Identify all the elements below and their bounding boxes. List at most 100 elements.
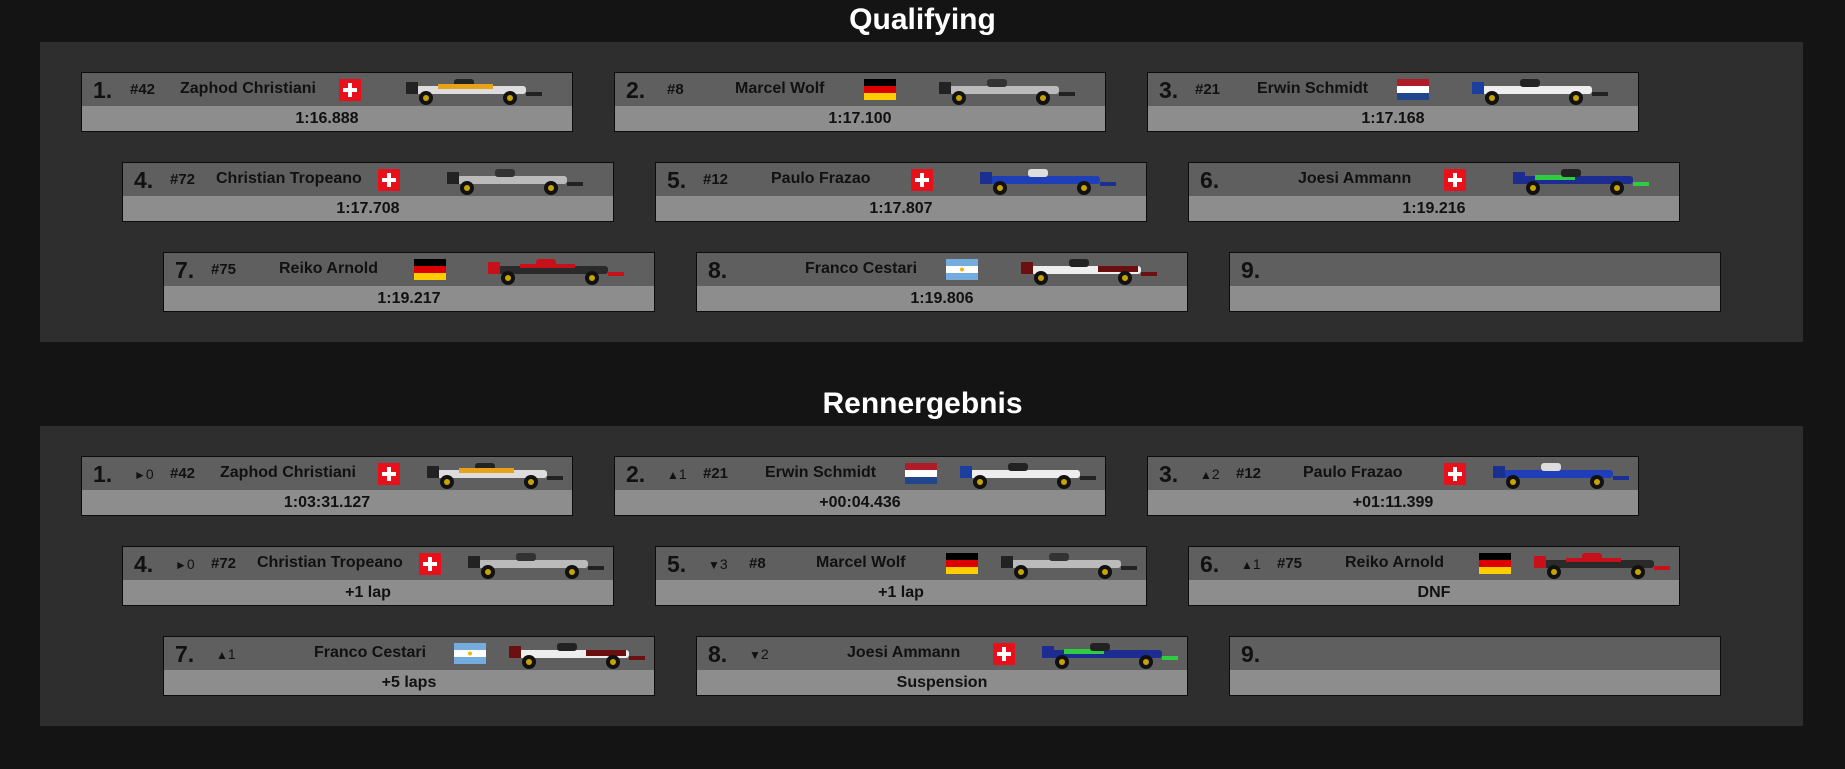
up-arrow-icon: ▲ [667, 468, 679, 482]
card-header: 8. ▼2 Joesi Ammann [697, 637, 1187, 670]
qualifying-result-card: 9. [1229, 252, 1721, 312]
argentina-flag-icon [946, 259, 978, 280]
driver-name: Paulo Frazao [771, 170, 871, 187]
position-change: ►0 [175, 556, 195, 572]
driver-name: Franco Cestari [314, 644, 427, 661]
car-number: #8 [749, 555, 766, 572]
car-number: #42 [130, 81, 156, 98]
card-header: 9. [1230, 253, 1720, 286]
car-number: #72 [211, 555, 237, 572]
lap-time: 1:19.806 [910, 290, 974, 307]
down-arrow-icon: ▼ [708, 558, 720, 572]
card-header: 3. ▲2 #12 Paulo Frazao [1148, 457, 1638, 490]
race-result-card: 7. ▲1 Franco Cestari +5 laps [163, 636, 655, 696]
position-change: ▲1 [216, 646, 236, 662]
grey-livery-car-icon [468, 553, 604, 579]
position: 2. [626, 77, 646, 103]
position-change: ▼3 [708, 556, 728, 572]
car-number: #12 [1236, 465, 1262, 482]
grey-livery-car-icon [939, 79, 1075, 105]
driver-name: Zaphod Christiani [220, 464, 356, 481]
qualifying-result-card: 8. Franco Cestari 1:19.806 [696, 252, 1188, 312]
up-arrow-icon: ▲ [216, 648, 228, 662]
position: 9. [1241, 257, 1261, 283]
lap-time [1230, 287, 1720, 311]
car-number: #12 [703, 171, 729, 188]
race-time: Suspension [896, 674, 988, 691]
card-header: 5. ▼3 #8 Marcel Wolf [656, 547, 1146, 580]
race-time: +00:04.436 [819, 494, 901, 511]
position: 5. [667, 551, 687, 577]
driver-name: Reiko Arnold [279, 260, 378, 277]
card-header: 7. #75 Reiko Arnold [164, 253, 654, 286]
card-header: 3. #21 Erwin Schmidt [1148, 73, 1638, 106]
driver-name: Zaphod Christiani [180, 80, 316, 97]
card-header: 6. Joesi Ammann [1189, 163, 1679, 196]
argentina-flag-icon [454, 643, 486, 664]
car-number: #8 [667, 81, 684, 98]
card-header: 2. ▲1 #21 Erwin Schmidt [615, 457, 1105, 490]
lap-time: 1:19.216 [1402, 200, 1466, 217]
position: 7. [175, 257, 195, 283]
unchanged-arrow-icon: ► [134, 468, 146, 482]
card-header: 4. #72 Christian Tropeano [123, 163, 613, 196]
white-blue-livery-car-icon [1472, 79, 1608, 105]
position: 8. [708, 641, 728, 667]
red-black-livery-car-icon [488, 259, 624, 285]
switzerland-flag-icon [419, 553, 441, 575]
race-result-card: 2. ▲1 #21 Erwin Schmidt +00:04.436 [614, 456, 1106, 516]
qualifying-result-card: 2. #8 Marcel Wolf 1:17.100 [614, 72, 1106, 132]
car-number: #75 [211, 261, 237, 278]
red-black-livery-car-icon [1534, 553, 1670, 579]
qualifying-panel: 1. #42 Zaphod Christiani 1:16.888 2. #8 … [40, 42, 1803, 342]
position-change: ▲2 [1200, 466, 1220, 482]
switzerland-flag-icon [1444, 169, 1466, 191]
switzerland-flag-icon [339, 79, 361, 101]
race-time: DNF [1417, 584, 1451, 601]
qualifying-result-card: 1. #42 Zaphod Christiani 1:16.888 [81, 72, 573, 132]
race-time: +1 lap [878, 584, 924, 601]
card-header: 5. #12 Paulo Frazao [656, 163, 1146, 196]
blue-green-livery-car-icon [1513, 169, 1649, 195]
qualifying-result-card: 6. Joesi Ammann 1:19.216 [1188, 162, 1680, 222]
qualifying-title: Qualifying [849, 3, 996, 36]
race-time [1230, 671, 1720, 695]
race-result-panel: 1. ►0 #42 Zaphod Christiani 1:03:31.127 … [40, 426, 1803, 726]
white-red-livery-car-icon [1021, 259, 1157, 285]
blue-livery-car-icon [980, 169, 1116, 195]
position: 5. [667, 167, 687, 193]
position: 4. [134, 167, 154, 193]
blue-livery-car-icon [1493, 463, 1629, 489]
car-number: #21 [1195, 81, 1221, 98]
race-result-card: 6. ▲1 #75 Reiko Arnold DNF [1188, 546, 1680, 606]
switzerland-flag-icon [378, 169, 400, 191]
race-result-card: 1. ►0 #42 Zaphod Christiani 1:03:31.127 [81, 456, 573, 516]
driver-name: Reiko Arnold [1345, 554, 1444, 571]
switzerland-flag-icon [911, 169, 933, 191]
position: 8. [708, 257, 728, 283]
lap-time: 1:19.217 [377, 290, 441, 307]
white-blue-livery-car-icon [960, 463, 1096, 489]
position: 3. [1159, 77, 1179, 103]
lap-time: 1:17.168 [1361, 110, 1425, 127]
germany-flag-icon [946, 553, 978, 574]
unchanged-arrow-icon: ► [175, 558, 187, 572]
yellow-livery-car-icon [406, 79, 542, 105]
up-arrow-icon: ▲ [1241, 558, 1253, 572]
car-number: #21 [703, 465, 729, 482]
card-header: 1. ►0 #42 Zaphod Christiani [82, 457, 572, 490]
grey-livery-car-icon [1001, 553, 1137, 579]
driver-name: Joesi Ammann [1298, 170, 1412, 187]
switzerland-flag-icon [993, 643, 1015, 665]
position-change: ▼2 [749, 646, 769, 662]
race-time: +01:11.399 [1352, 494, 1434, 511]
race-result-card: 3. ▲2 #12 Paulo Frazao +01:11.399 [1147, 456, 1639, 516]
germany-flag-icon [414, 259, 446, 280]
position: 3. [1159, 461, 1179, 487]
race-time: +1 lap [345, 584, 391, 601]
position: 4. [134, 551, 154, 577]
position-change: ▲1 [1241, 556, 1261, 572]
card-header: 1. #42 Zaphod Christiani [82, 73, 572, 106]
card-header: 2. #8 Marcel Wolf [615, 73, 1105, 106]
lap-time: 1:16.888 [295, 110, 359, 127]
